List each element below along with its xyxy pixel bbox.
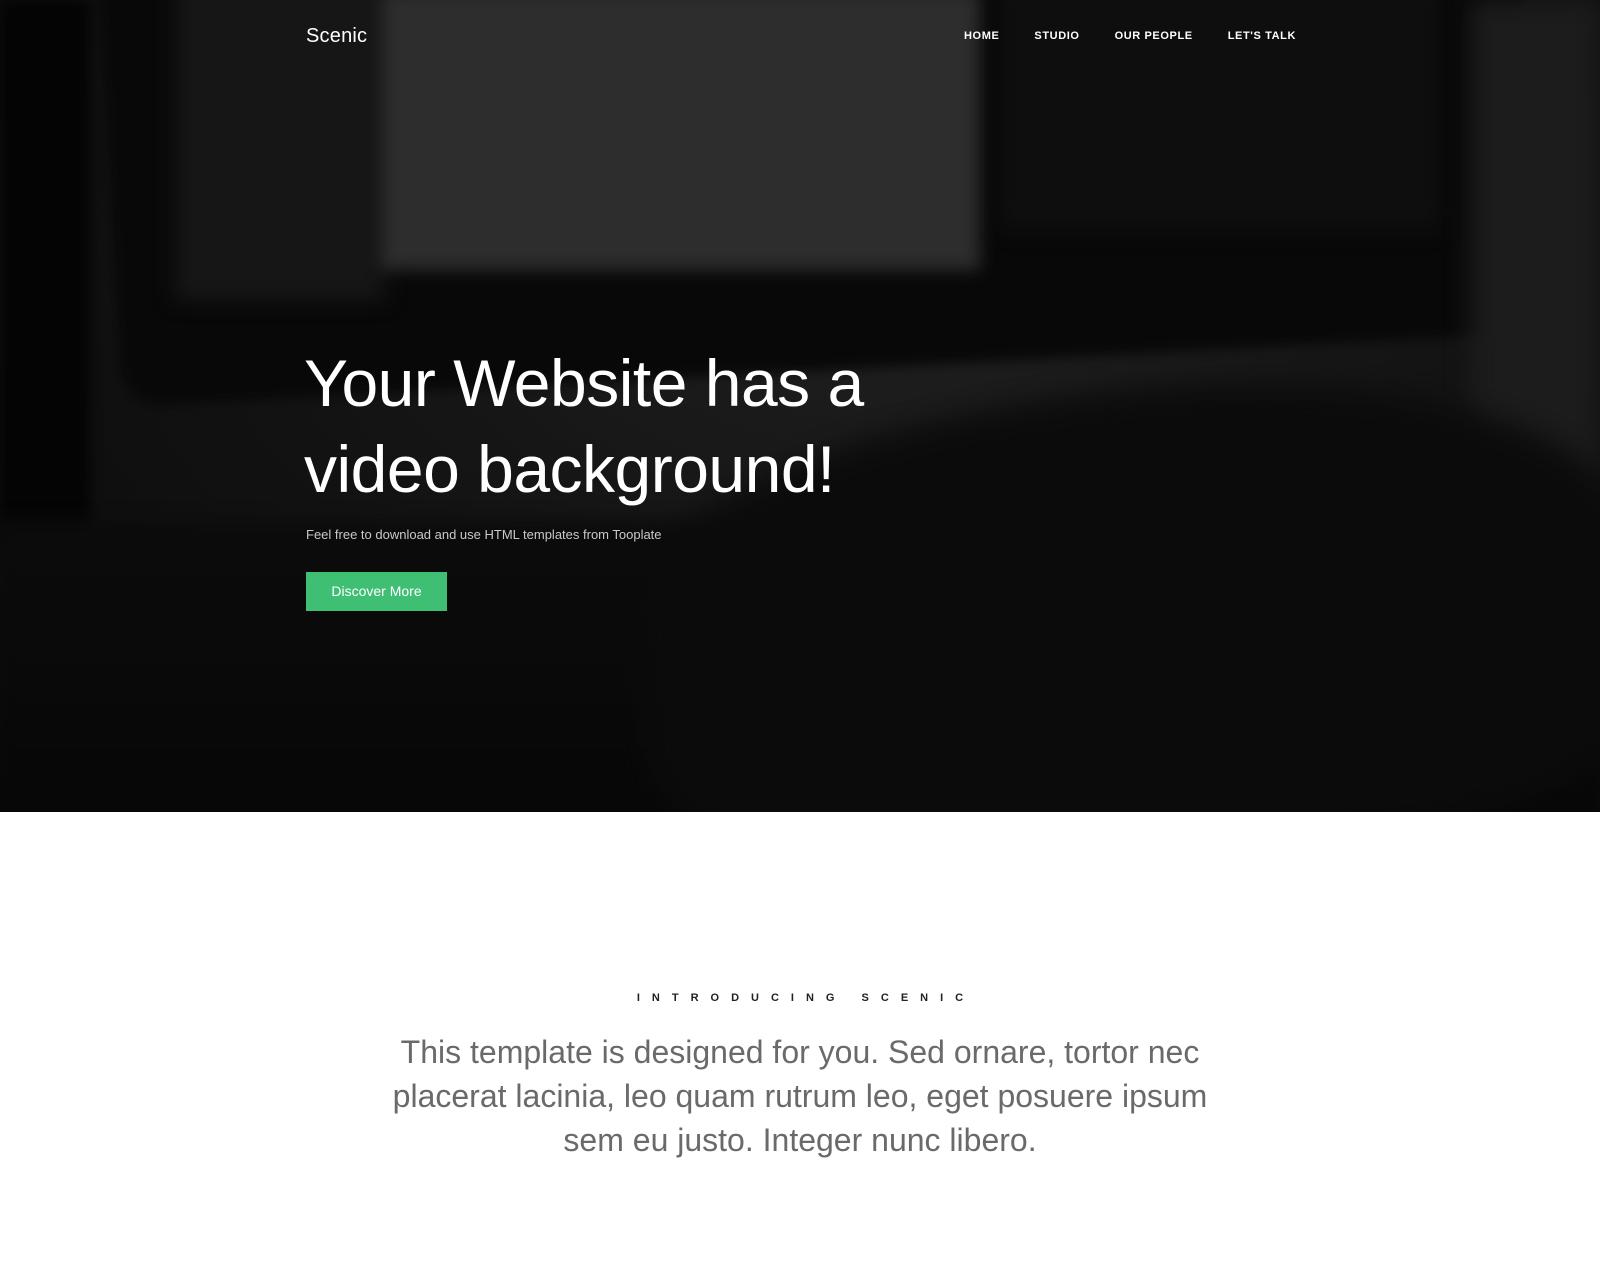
hero-subtitle: Feel free to download and use HTML templ… [306,527,662,542]
hero-title: Your Website has a video background! [304,340,1004,512]
navbar: Scenic HOME STUDIO OUR PEOPLE LET'S TALK [306,22,1296,52]
nav-link-home[interactable]: HOME [964,30,999,42]
nav-links: HOME STUDIO OUR PEOPLE LET'S TALK [964,22,1296,50]
hero-section: Scenic HOME STUDIO OUR PEOPLE LET'S TALK… [0,0,1600,812]
hero-title-line-1: Your Website has a [304,346,864,420]
brand-logo[interactable]: Scenic [306,22,367,50]
hero-title-line-2: video background! [304,432,835,506]
intro-kicker: INTRODUCING SCENIC [636,992,976,1004]
intro-text: This template is designed for you. Sed o… [392,1034,1208,1158]
nav-link-our-people[interactable]: OUR PEOPLE [1115,30,1193,42]
intro-section: INTRODUCING SCENIC This template is desi… [0,812,1600,1280]
hero-content: Your Website has a video background! Fee… [304,340,1004,611]
nav-link-studio[interactable]: STUDIO [1034,30,1079,42]
discover-more-button[interactable]: Discover More [306,572,447,611]
nav-link-lets-talk[interactable]: LET'S TALK [1228,30,1296,42]
